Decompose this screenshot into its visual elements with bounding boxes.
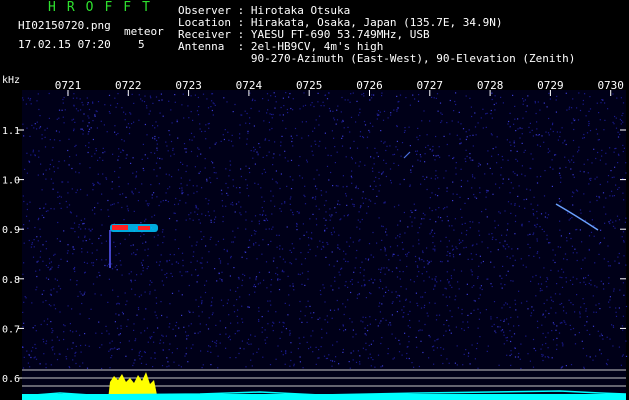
x-tick-label: 0726	[356, 79, 383, 92]
x-tick-label: 0723	[175, 79, 202, 92]
x-tick-label: 0722	[115, 79, 142, 92]
y-tick-label: 0.7	[2, 324, 20, 335]
x-tick-label: 0724	[236, 79, 263, 92]
y-tick-label: 1.0	[2, 176, 20, 187]
x-tick-label: 0728	[477, 79, 504, 92]
echo-tail-core	[138, 226, 150, 230]
spectrogram-plot: 0721 0722 0723 0724 0725 0726 0727 0728 0729 0730…	[2, 79, 628, 400]
echo-head-core	[112, 225, 128, 230]
x-tick-label: 0730	[597, 79, 624, 92]
x-tick-label: 0729	[537, 79, 564, 92]
spectrogram-background	[22, 90, 626, 398]
y-tick-label: 0.8	[2, 275, 20, 286]
x-tick-label: 0721	[55, 79, 82, 92]
y-tick-label: 0.6	[2, 374, 20, 385]
x-tick-label: 0727	[417, 79, 444, 92]
x-tick-label: 0725	[296, 79, 323, 92]
y-tick-label: 0.9	[2, 225, 20, 236]
y-tick-label: 1.1	[2, 126, 20, 137]
